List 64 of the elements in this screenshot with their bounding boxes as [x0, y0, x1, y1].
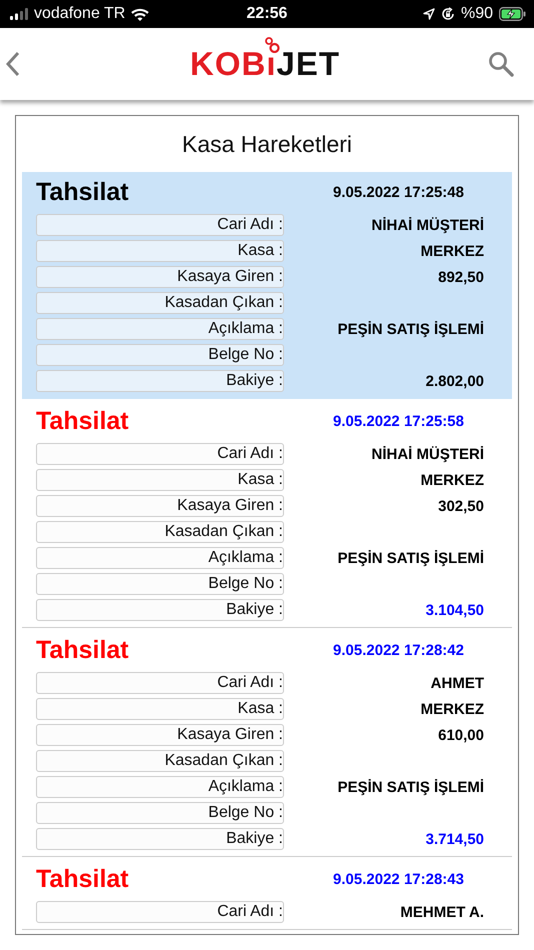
transaction-type: Tahsilat	[36, 636, 129, 664]
transaction-date: 9.05.2022 17:25:48	[333, 184, 464, 200]
carrier-name: vodafone TR	[34, 5, 126, 23]
transaction-entry[interactable]: Tahsilat 9.05.2022 17:28:43 Cari Adı : MEHMET A.	[22, 859, 512, 930]
field-label: Cari Adı :	[36, 443, 284, 465]
transaction-type: Tahsilat	[36, 178, 129, 206]
battery-percent: %90	[460, 5, 493, 23]
field-label: Kasa :	[36, 240, 284, 262]
field-value: NİHAİ MÜŞTERİ	[372, 446, 484, 462]
field-label: Kasa :	[36, 469, 284, 491]
transaction-entry[interactable]: Tahsilat 9.05.2022 17:25:58 Cari Adı : NİHAİ MÜŞTERİ Kasa : MERKEZ Kasaya Giren : 302,50 Kasadan Çıkan : Açıklama : PEŞİN SATIŞ İŞLEMİ Belge No : Bakiye : 3.104,50	[22, 401, 512, 628]
signal-icon	[10, 8, 28, 20]
field-label: Kasadan Çıkan :	[36, 521, 284, 543]
logo-text: JET	[276, 45, 340, 82]
transaction-type: Tahsilat	[36, 864, 129, 894]
transaction-date: 9.05.2022 17:28:43	[333, 870, 464, 888]
field-label: Kasaya Giren :	[36, 266, 284, 288]
field-value: 2.802,00	[426, 372, 484, 390]
field-label: Bakiye :	[36, 599, 284, 621]
field-value: MERKEZ	[420, 472, 484, 488]
field-value: NİHAİ MÜŞTERİ	[372, 216, 484, 234]
field-value: 3.104,50	[426, 602, 484, 618]
rotation-lock-icon	[440, 7, 455, 21]
field-value: MEHMET A.	[400, 904, 484, 920]
field-value: MERKEZ	[420, 700, 484, 718]
field-label: Bakiye :	[36, 370, 284, 392]
back-icon[interactable]	[6, 51, 20, 77]
transaction-entry[interactable]: Tahsilat 9.05.2022 17:25:48 Cari Adı : NİHAİ MÜŞTERİ Kasa : MERKEZ Kasaya Giren : 892,50 Kasadan Çıkan : Açıklama : PEŞİN SATIŞ İŞLEMİ Belge No : Bakiye : 2.802,00	[22, 172, 512, 399]
transaction-entry[interactable]: Tahsilat 9.05.2022 17:28:42 Cari Adı : AHMET Kasa : MERKEZ Kasaya Giren : 610,00 Kasadan Çıkan : Açıklama : PEŞİN SATIŞ İŞLEMİ Belge No : Bakiye : 3.714,50	[22, 630, 512, 857]
field-label: Cari Adı :	[36, 214, 284, 236]
field-value: 892,50	[438, 268, 484, 286]
field-label: Bakiye :	[36, 828, 284, 850]
battery-charging-icon	[499, 7, 526, 21]
field-value: AHMET	[430, 674, 484, 692]
field-label: Açıklama :	[36, 547, 284, 569]
logo-text: KOBı	[190, 45, 276, 82]
search-icon[interactable]	[488, 51, 514, 77]
field-value: 302,50	[438, 498, 484, 514]
bubbles-icon	[264, 37, 280, 53]
field-label: Kasa :	[36, 698, 284, 720]
panel-title: Kasa Hareketleri	[180, 130, 354, 159]
field-value: PEŞİN SATIŞ İŞLEMİ	[338, 778, 484, 796]
wifi-icon	[131, 8, 150, 20]
field-label: Kasadan Çıkan :	[36, 292, 284, 314]
field-value: PEŞİN SATIŞ İŞLEMİ	[338, 320, 484, 338]
field-label: Belge No :	[36, 802, 284, 824]
field-label: Belge No :	[36, 344, 284, 366]
field-value: 610,00	[438, 726, 484, 744]
field-label: Kasaya Giren :	[36, 495, 284, 517]
location-arrow-icon	[422, 8, 435, 20]
field-label: Kasadan Çıkan :	[36, 750, 284, 772]
transaction-type: Tahsilat	[36, 406, 129, 436]
field-value: 3.714,50	[426, 830, 484, 848]
transaction-date: 9.05.2022 17:28:42	[333, 642, 464, 658]
field-label: Açıklama :	[36, 776, 284, 798]
field-label: Cari Adı :	[36, 901, 284, 923]
transaction-date: 9.05.2022 17:25:58	[333, 412, 464, 430]
field-value: PEŞİN SATIŞ İŞLEMİ	[338, 550, 484, 566]
field-label: Cari Adı :	[36, 672, 284, 694]
field-value: MERKEZ	[420, 242, 484, 260]
clock-time: 22:56	[246, 5, 288, 23]
field-label: Açıklama :	[36, 318, 284, 340]
field-label: Belge No :	[36, 573, 284, 595]
field-label: Kasaya Giren :	[36, 724, 284, 746]
